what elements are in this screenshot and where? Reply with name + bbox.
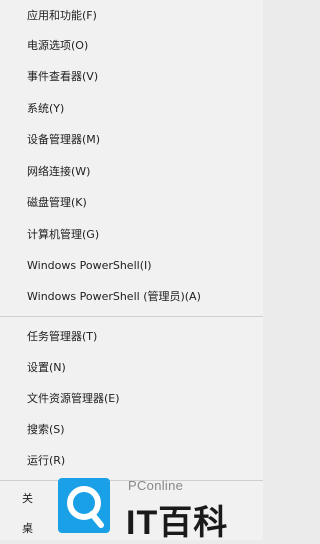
menu-item-disk-management[interactable]: 磁盘管理(K) [27, 192, 87, 214]
menu-item-power-options[interactable]: 电源选项(O) [27, 35, 88, 57]
menu-item-powershell[interactable]: Windows PowerShell(I) [27, 255, 152, 277]
menu-item-shutdown-partial[interactable]: 关 [22, 490, 33, 506]
menu-item-settings[interactable]: 设置(N) [27, 357, 66, 379]
menu-item-network-connections[interactable]: 网络连接(W) [27, 161, 90, 183]
watermark-search-icon [58, 478, 110, 533]
magnifier-icon [67, 486, 104, 528]
menu-item-event-viewer[interactable]: 事件查看器(V) [27, 66, 98, 88]
watermark-brand-big: IT百科 [126, 504, 229, 542]
menu-item-run[interactable]: 运行(R) [27, 450, 65, 472]
menu-item-file-explorer[interactable]: 文件资源管理器(E) [27, 388, 120, 410]
menu-divider [0, 316, 263, 317]
menu-item-powershell-admin[interactable]: Windows PowerShell (管理员)(A) [27, 286, 201, 308]
menu-item-search[interactable]: 搜索(S) [27, 419, 65, 441]
watermark-brand-small: PConline [128, 478, 184, 493]
menu-item-task-manager[interactable]: 任务管理器(T) [27, 326, 97, 348]
menu-item-system[interactable]: 系统(Y) [27, 98, 64, 120]
pconline-watermark-logo: PConline IT百科 [58, 470, 263, 542]
winx-context-menu: 应用和功能(F) 电源选项(O) 事件查看器(V) 系统(Y) 设备管理器(M)… [0, 0, 263, 540]
menu-item-computer-management[interactable]: 计算机管理(G) [27, 224, 99, 246]
menu-item-device-manager[interactable]: 设备管理器(M) [27, 129, 100, 151]
menu-item-desktop-partial[interactable]: 桌 [22, 520, 33, 536]
menu-item-apps-and-features[interactable]: 应用和功能(F) [27, 5, 97, 27]
